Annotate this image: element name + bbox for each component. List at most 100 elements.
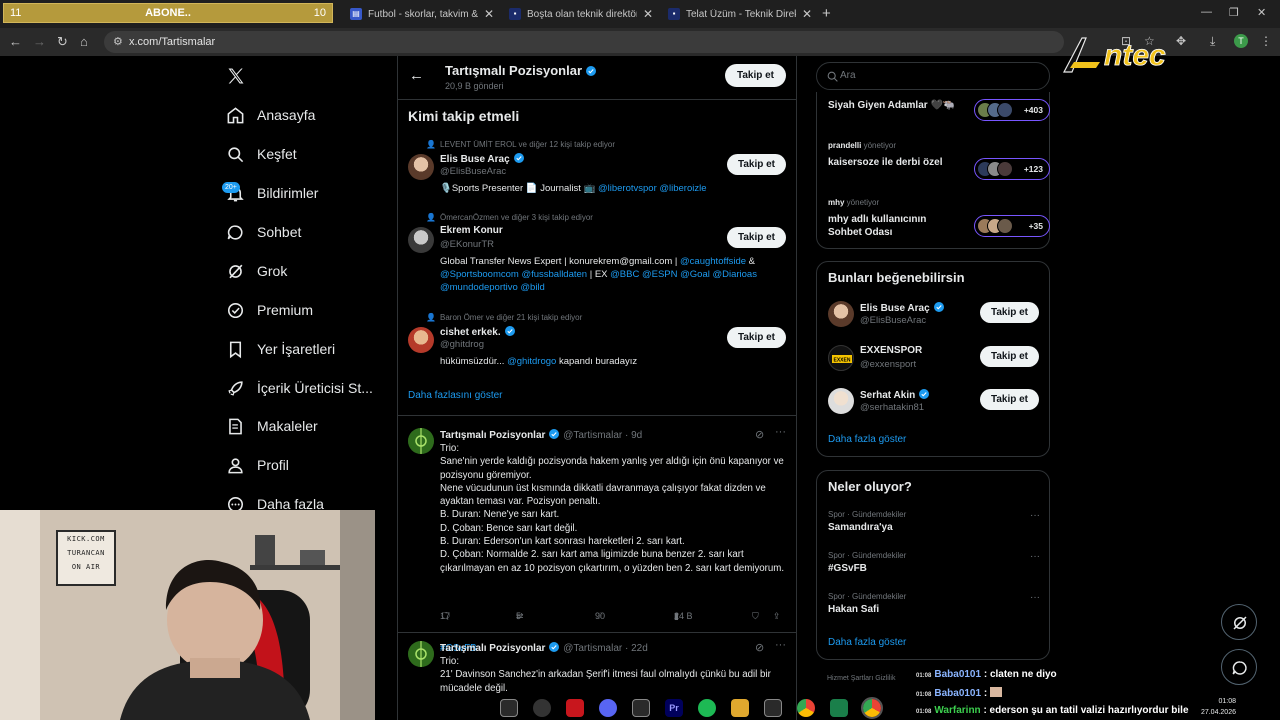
grok-fab[interactable] [1221, 604, 1257, 640]
home-icon[interactable]: ⌂ [80, 34, 88, 49]
suggestion-item[interactable]: 👤 ÖmercanÖzmen ve diğer 3 kişi takip edi… [398, 213, 796, 303]
tab-close-icon[interactable]: ✕ [802, 7, 812, 21]
nav-home[interactable]: Anasayfa [226, 102, 386, 130]
chat-time: 01:08 [916, 692, 932, 698]
nav-creator-studio-label: İçerik Üreticisi St... [257, 380, 373, 396]
moderator-name[interactable]: prandelli [828, 141, 861, 150]
tab-telat-uzum[interactable]: ▪ Telat Üzüm - Teknik Direktör pr ✕ [662, 4, 818, 26]
suggestion-item[interactable]: 👤 LEVENT ÜMİT EROL ve diğer 12 kişi taki… [398, 140, 796, 202]
follow-button[interactable]: Takip et [727, 154, 786, 175]
follow-button[interactable]: Takip et [725, 64, 786, 87]
follow-button[interactable]: Takip et [980, 389, 1039, 410]
back-arrow-icon[interactable]: ← [409, 67, 424, 84]
suggestion-item[interactable]: 👤 Baron Ömer ve diğer 21 kişi takip ediy… [398, 313, 796, 373]
tweet-author[interactable]: Tartışmalı Pozisyonlar [440, 643, 545, 654]
forward-icon[interactable]: → [33, 34, 46, 49]
browser-menu-icon[interactable]: ⋮ [1260, 34, 1272, 48]
trend-item[interactable]: Spor · Gündemdekiler Hakan Safi ··· [828, 592, 1042, 624]
tab-futbol[interactable]: ▤ Futbol - skorlar, takvim & oran ✕ [344, 4, 500, 26]
trend-item[interactable]: Spor · Gündemdekiler #GSvFB ··· [828, 551, 1042, 583]
back-icon[interactable]: ← [9, 34, 22, 49]
bookmark-icon[interactable]: ⛉ [752, 611, 759, 622]
more-icon[interactable]: ··· [775, 426, 786, 438]
grok-icon[interactable]: ⊘ [755, 428, 764, 441]
show-more-link[interactable]: Daha fazla göster [828, 434, 906, 445]
new-tab-icon[interactable]: + [822, 5, 831, 22]
tab-teknik-direktorler[interactable]: ▪ Boşta olan teknik direktörler | T ✕ [503, 4, 659, 26]
taskbar-app-icon[interactable] [566, 699, 584, 717]
more-icon[interactable]: ··· [1030, 592, 1040, 603]
follow-button[interactable]: Takip et [980, 346, 1039, 367]
nav-creator-studio[interactable]: İçerik Üreticisi St... [226, 375, 386, 403]
footer-links[interactable]: Hizmet Şartları Gizlilik [827, 675, 895, 682]
nav-notifications[interactable]: Bildirimler [226, 180, 386, 208]
messages-fab[interactable] [1221, 649, 1257, 685]
share-icon[interactable]: ⇪ [773, 611, 781, 622]
nav-chat[interactable]: Sohbet [226, 219, 386, 247]
avatar[interactable] [408, 227, 434, 253]
site-info-icon[interactable]: ⚙ [113, 35, 123, 48]
taskbar-app-icon[interactable] [632, 699, 650, 717]
follow-button[interactable]: Takip et [980, 302, 1039, 323]
nav-premium[interactable]: Premium [226, 297, 386, 325]
recommended-user[interactable]: EXXEN EXXENSPOR @exxensport Takip et [828, 343, 1042, 377]
recommended-user[interactable]: Elis Buse Araç @ElisBuseArac Takip et [828, 299, 1042, 333]
community-item[interactable]: mhy yönetiyor mhy adlı kullanıcının Sohb… [828, 198, 1050, 242]
premiere-icon[interactable]: Pr [665, 699, 683, 717]
recommended-name: Elis Buse Araç [860, 301, 945, 314]
bio-link[interactable]: @Sportsboomcom @fussballdaten [440, 269, 587, 280]
tweet[interactable]: Tartışmalı Pozisyonlar @Tartismalar · 9d… [398, 416, 796, 654]
folder-icon[interactable] [731, 699, 749, 717]
more-icon[interactable]: ··· [775, 639, 786, 651]
bio-link[interactable]: @ghitdrogo [507, 356, 556, 367]
avatar[interactable]: EXXEN [828, 345, 854, 371]
nav-grok[interactable]: Grok [226, 258, 386, 286]
community-item[interactable]: prandelli yönetiyor kaisersoze ile derbi… [828, 141, 1050, 180]
taskbar-app-icon[interactable] [830, 699, 848, 717]
avatar[interactable] [408, 641, 434, 667]
more-icon[interactable]: ··· [1030, 510, 1040, 521]
community-item[interactable]: Siyah Giyen Adamlar 🖤🐃 +403 [828, 99, 1050, 135]
address-bar[interactable]: ⚙ x.com/Tartismalar [104, 31, 1064, 53]
close-window-icon[interactable]: ✕ [1257, 6, 1266, 19]
avatar[interactable] [828, 388, 854, 414]
tweet-author[interactable]: Tartışmalı Pozisyonlar [440, 430, 545, 441]
more-icon[interactable]: ··· [1030, 551, 1040, 562]
avatar[interactable] [408, 327, 434, 353]
spotify-icon[interactable] [698, 699, 716, 717]
follow-button[interactable]: Takip et [727, 227, 786, 248]
nav-articles[interactable]: Makaleler [226, 413, 386, 441]
nav-explore[interactable]: Keşfet [226, 141, 386, 169]
follow-button[interactable]: Takip et [727, 327, 786, 348]
avatar[interactable] [408, 428, 434, 454]
search-box[interactable]: Ara [816, 62, 1050, 90]
x-logo-icon[interactable] [226, 66, 246, 86]
discord-icon[interactable] [599, 699, 617, 717]
taskbar-app-icon[interactable] [500, 699, 518, 717]
system-clock[interactable]: 01:08 27.04.2026 [1196, 696, 1236, 718]
nav-profile[interactable]: Profil [226, 452, 386, 480]
nav-bookmarks[interactable]: Yer İşaretleri [226, 336, 386, 364]
chrome-icon[interactable] [797, 699, 815, 717]
bio-link[interactable]: @liberotvspor @liberoizle [598, 183, 707, 194]
grok-icon[interactable]: ⊘ [755, 641, 764, 654]
moderator-name[interactable]: mhy [828, 198, 844, 207]
show-more-link[interactable]: Daha fazla göster [828, 637, 906, 648]
restore-icon[interactable]: ❐ [1229, 6, 1239, 19]
suggestion-name: cishet erkek. [440, 325, 516, 338]
avatar[interactable] [828, 301, 854, 327]
taskbar-app-icon[interactable] [764, 699, 782, 717]
chrome-icon[interactable] [861, 697, 883, 719]
avatar[interactable] [408, 154, 434, 180]
minimize-icon[interactable]: — [1201, 6, 1212, 18]
suggestion-name-text: cishet erkek. [440, 327, 501, 338]
show-more-link[interactable]: Daha fazlasını göster [408, 390, 503, 401]
verified-badge-icon [549, 642, 560, 652]
reload-icon[interactable]: ↻ [57, 34, 68, 50]
bio-link[interactable]: @caughtoffside [680, 256, 746, 267]
taskbar-app-icon[interactable] [533, 699, 551, 717]
tab-close-icon[interactable]: ✕ [643, 7, 653, 21]
tab-close-icon[interactable]: ✕ [484, 7, 494, 21]
recommended-user[interactable]: Serhat Akin @serhatakin81 Takip et [828, 386, 1042, 420]
trend-item[interactable]: Spor · Gündemdekiler Samandıra'ya ··· [828, 510, 1042, 542]
